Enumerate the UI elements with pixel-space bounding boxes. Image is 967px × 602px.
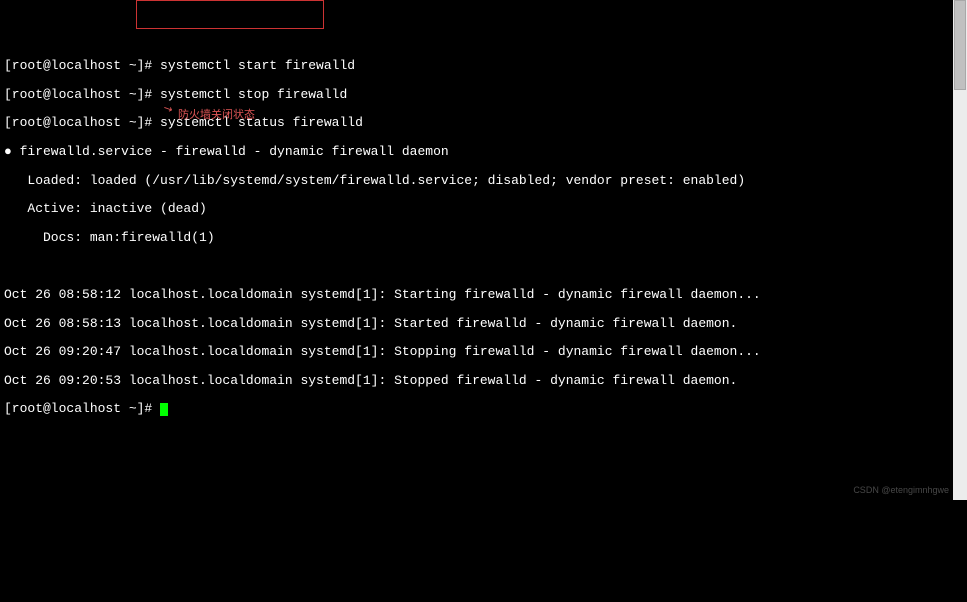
scrollbar-track[interactable] (953, 0, 967, 500)
log-line-3: Oct 26 09:20:47 localhost.localdomain sy… (4, 345, 963, 359)
prompt-prefix: [root@localhost ~]# (4, 87, 160, 102)
status-header: ● firewalld.service - firewalld - dynami… (4, 145, 963, 159)
log-line-2: Oct 26 08:58:13 localhost.localdomain sy… (4, 317, 963, 331)
terminal-cursor[interactable] (160, 403, 168, 416)
prompt-line-1: [root@localhost ~]# systemctl start fire… (4, 59, 963, 73)
log-line-1: Oct 26 08:58:12 localhost.localdomain sy… (4, 288, 963, 302)
command-text: systemctl stop firewalld (160, 87, 347, 102)
prompt-prefix: [root@localhost ~]# (4, 115, 160, 130)
log-line-4: Oct 26 09:20:53 localhost.localdomain sy… (4, 374, 963, 388)
blank-line (4, 259, 963, 273)
prompt-line-4[interactable]: [root@localhost ~]# (4, 402, 963, 416)
prompt-line-2: [root@localhost ~]# systemctl stop firew… (4, 88, 963, 102)
prompt-prefix: [root@localhost ~]# (4, 401, 160, 416)
prompt-prefix: [root@localhost ~]# (4, 58, 160, 73)
status-docs: Docs: man:firewalld(1) (4, 231, 963, 245)
command-text: systemctl start firewalld (160, 58, 355, 73)
watermark-text: CSDN @etengimnhgwe (853, 486, 949, 496)
highlight-box (136, 0, 324, 29)
status-active: Active: inactive (dead) (4, 202, 963, 216)
scrollbar-thumb[interactable] (954, 0, 966, 90)
status-loaded: Loaded: loaded (/usr/lib/systemd/system/… (4, 174, 963, 188)
command-text: systemctl status firewalld (160, 115, 363, 130)
prompt-line-3: [root@localhost ~]# systemctl status fir… (4, 116, 963, 130)
